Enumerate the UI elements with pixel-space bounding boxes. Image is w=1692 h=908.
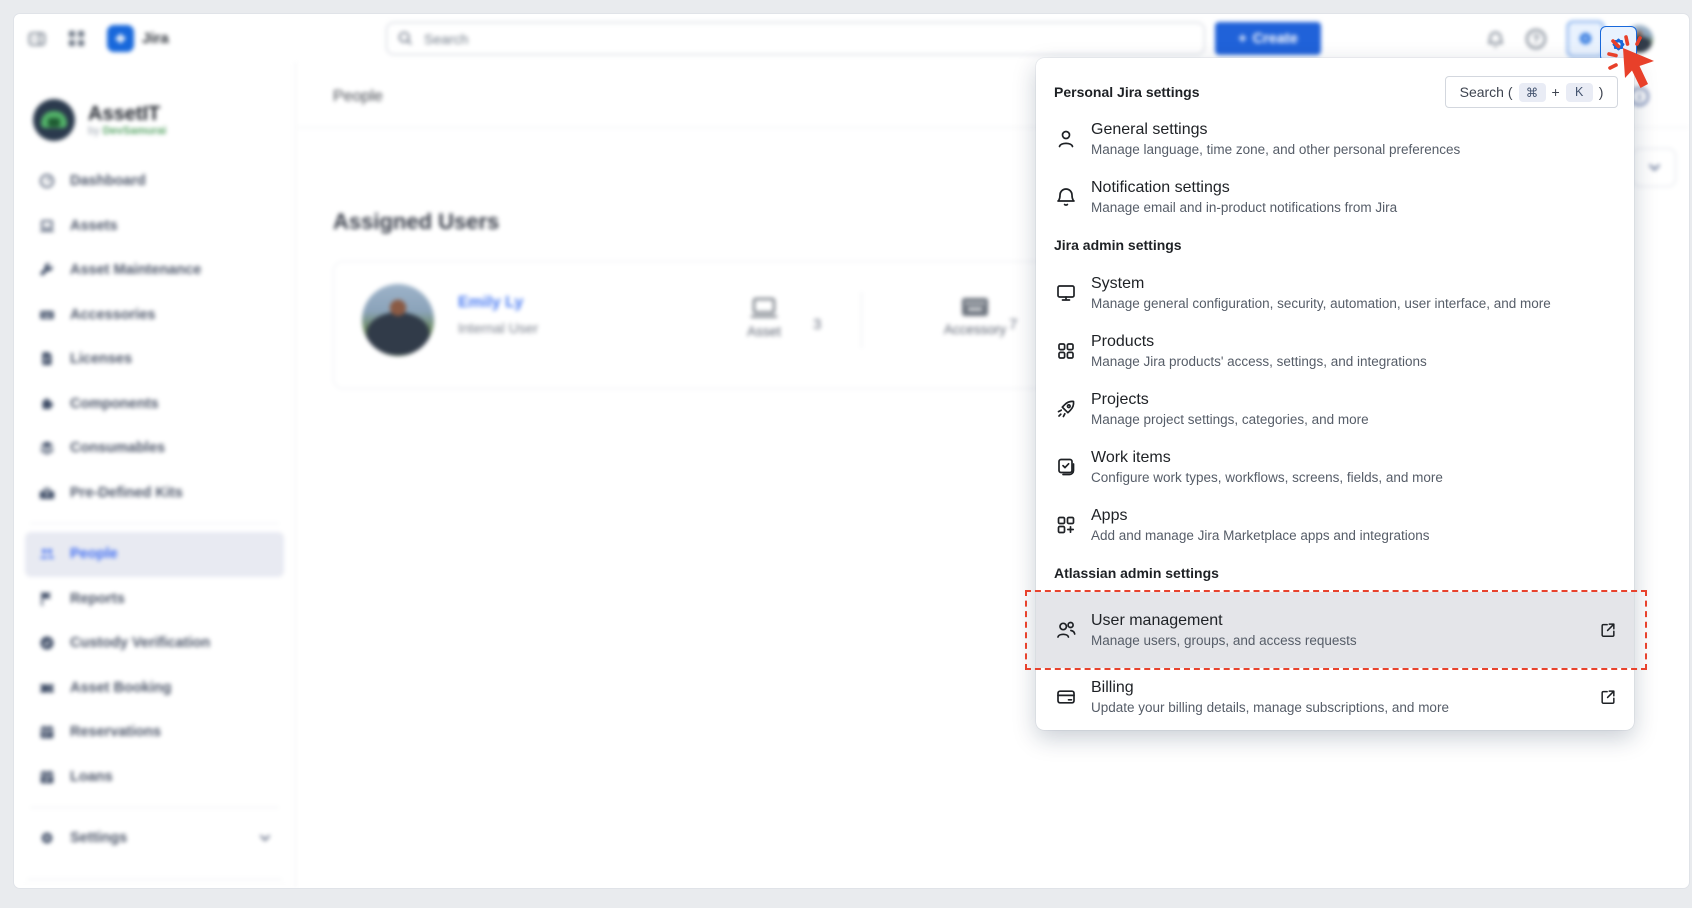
wrench-icon — [38, 261, 56, 279]
top-navigation-bar: Jira + Create ? — [14, 14, 1689, 64]
external-link-icon — [1598, 620, 1618, 640]
jira-logo-icon — [107, 25, 134, 52]
actions-dropdown-button[interactable] — [1632, 148, 1676, 187]
menu-item-projects[interactable]: Projects Manage project settings, catego… — [1036, 380, 1634, 438]
work-items-icon — [1054, 455, 1078, 479]
search-icon — [397, 30, 414, 47]
external-link-icon — [1598, 687, 1618, 707]
app-brand: AssetIT by DevSamurai — [33, 97, 276, 143]
accessory-count: 7 — [1009, 316, 1017, 333]
sidebar-item-components[interactable]: Components — [25, 382, 284, 427]
asset-stat: Asset — [726, 296, 802, 339]
menu-header: Personal Jira settings Search ( ⌘ + K ) — [1036, 58, 1634, 110]
app-name: AssetIT — [88, 103, 166, 125]
badge-check-icon — [38, 634, 56, 652]
sidebar-item-accessories[interactable]: Accessories — [25, 293, 284, 338]
products-grid-icon — [1054, 339, 1078, 363]
search-input[interactable] — [422, 30, 1194, 48]
app-byline: by DevSamurai — [88, 125, 166, 137]
layers-icon — [38, 439, 56, 457]
jira-home-link[interactable]: Jira — [107, 25, 169, 52]
sidebar-item-asset-maintenance[interactable]: Asset Maintenance — [25, 248, 284, 293]
license-document-icon — [38, 350, 56, 368]
global-search — [386, 22, 1205, 55]
sidebar-toggle-icon[interactable] — [27, 29, 47, 49]
monitor-icon — [1054, 281, 1078, 305]
users-icon — [1054, 618, 1078, 642]
jira-wordmark: Jira — [142, 30, 169, 47]
k-key: K — [1566, 83, 1593, 102]
section-header-personal: Personal Jira settings — [1054, 84, 1200, 100]
app-switcher-icon[interactable] — [67, 29, 87, 49]
plus-icon: + — [1238, 31, 1246, 47]
credit-card-icon — [1054, 685, 1078, 709]
people-icon — [38, 545, 56, 563]
sidebar-item-reservations[interactable]: Reservations — [25, 710, 284, 755]
menu-item-user-management[interactable]: User management Manage users, groups, an… — [1036, 592, 1634, 668]
menu-item-billing[interactable]: Billing Update your billing details, man… — [1036, 668, 1634, 726]
user-name-link[interactable]: Emily Ly — [458, 294, 523, 312]
screen: Jira + Create ? — [0, 0, 1692, 908]
sidebar-item-licenses[interactable]: Licenses — [25, 337, 284, 382]
ticket-icon — [38, 679, 56, 697]
sidebar-item-asset-booking[interactable]: Asset Booking — [25, 666, 284, 711]
settings-gear-button-blurred — [1567, 21, 1604, 57]
section-header-jira-admin: Jira admin settings — [1036, 226, 1634, 264]
keyboard-icon — [38, 306, 56, 324]
app-sidebar: AssetIT by DevSamurai Dashboard Assets A… — [14, 63, 296, 888]
settings-search-shortcut-button[interactable]: Search ( ⌘ + K ) — [1445, 76, 1618, 108]
page-title: People — [333, 88, 383, 106]
menu-item-system[interactable]: System Manage general configuration, sec… — [1036, 264, 1634, 322]
menu-item-products[interactable]: Products Manage Jira products' access, s… — [1036, 322, 1634, 380]
menu-item-work-items[interactable]: Work items Configure work types, workflo… — [1036, 438, 1634, 496]
sidebar-divider — [27, 879, 282, 880]
sidebar-item-reports[interactable]: Reports — [25, 577, 284, 622]
settings-dropdown-menu: Personal Jira settings Search ( ⌘ + K ) … — [1036, 58, 1634, 730]
sidebar-item-people[interactable]: People — [25, 532, 284, 577]
flag-icon — [38, 590, 56, 608]
puzzle-icon — [38, 395, 56, 413]
apps-plus-icon — [1054, 513, 1078, 537]
sidebar-item-custody-verification[interactable]: Custody Verification — [25, 621, 284, 666]
asset-count: 3 — [813, 316, 821, 333]
help-icon[interactable]: ? — [1526, 29, 1546, 49]
menu-item-notification-settings[interactable]: Notification settings Manage email and i… — [1036, 168, 1634, 226]
laptop-icon — [749, 296, 779, 320]
create-button[interactable]: + Create — [1215, 22, 1321, 55]
menu-item-apps[interactable]: Apps Add and manage Jira Marketplace app… — [1036, 496, 1634, 554]
notifications-bell-icon[interactable] — [1485, 29, 1505, 49]
sidebar-item-settings[interactable]: Settings — [25, 816, 284, 861]
section-header-atlassian-admin: Atlassian admin settings — [1036, 554, 1634, 592]
person-icon — [1054, 127, 1078, 151]
sidebar-divider — [30, 523, 279, 524]
calendar-icon — [38, 723, 56, 741]
section-title: Assigned Users — [333, 209, 499, 235]
sidebar-item-loans[interactable]: Loans — [25, 755, 284, 800]
sidebar-item-dashboard[interactable]: Dashboard — [25, 159, 284, 204]
bell-icon — [1054, 185, 1078, 209]
user-type: Internal User — [458, 320, 538, 336]
accessory-stat: Accessory — [937, 296, 1013, 337]
menu-item-general-settings[interactable]: General settings Manage language, time z… — [1036, 110, 1634, 168]
cmd-key: ⌘ — [1519, 83, 1546, 102]
gauge-icon — [38, 172, 56, 190]
sidebar-item-assets[interactable]: Assets — [25, 204, 284, 249]
assetit-logo — [33, 99, 75, 141]
calendar-check-icon — [38, 768, 56, 786]
toolbox-icon — [38, 484, 56, 502]
chevron-down-icon — [259, 834, 271, 842]
laptop-icon — [38, 217, 56, 235]
keyboard-icon — [960, 296, 990, 318]
settings-gear-button[interactable] — [1600, 26, 1637, 62]
rocket-icon — [1054, 397, 1078, 421]
gear-icon — [38, 829, 56, 847]
sidebar-item-pre-defined-kits[interactable]: Pre-Defined Kits — [25, 471, 284, 516]
user-photo-avatar[interactable] — [362, 284, 434, 356]
sidebar-item-consumables[interactable]: Consumables — [25, 426, 284, 471]
stat-divider — [861, 292, 862, 348]
sidebar-divider — [30, 807, 279, 808]
app-window: Jira + Create ? — [14, 14, 1689, 888]
